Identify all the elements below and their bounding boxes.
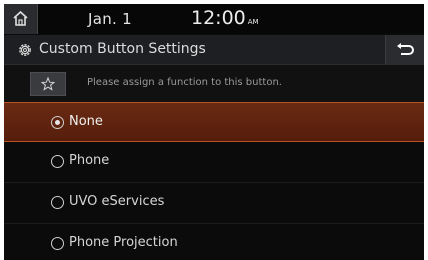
radio-selected-icon	[51, 116, 64, 129]
gear-icon	[19, 44, 31, 56]
option-label: Phone	[69, 153, 110, 168]
option-none[interactable]: None	[4, 102, 424, 142]
option-label: None	[69, 114, 103, 129]
radio-icon	[51, 237, 64, 250]
clock-time: 12:00	[191, 7, 246, 29]
assign-row: Please assign a function to this button.	[4, 65, 424, 102]
back-arrow-icon	[397, 43, 414, 55]
clock-ampm: AM	[247, 18, 259, 26]
radio-icon	[51, 196, 64, 209]
home-button[interactable]	[4, 4, 38, 34]
option-uvo-eservices[interactable]: UVO eServices	[4, 183, 424, 224]
home-icon	[13, 10, 28, 26]
screen: Jan. 1 12:00 AM Custom Button Settings Pl…	[4, 4, 424, 260]
status-bar: Jan. 1 12:00 AM	[4, 4, 424, 34]
option-label: UVO eServices	[69, 194, 165, 209]
clock: 12:00 AM	[191, 7, 259, 29]
radio-icon	[51, 155, 64, 168]
option-phone[interactable]: Phone	[4, 142, 424, 183]
page-title: Custom Button Settings	[39, 41, 206, 57]
star-icon	[41, 77, 55, 91]
back-button[interactable]	[385, 35, 424, 64]
assign-hint-text: Please assign a function to this button.	[87, 77, 282, 88]
option-label: Phone Projection	[69, 235, 178, 250]
option-phone-projection[interactable]: Phone Projection	[4, 224, 424, 260]
option-list: None Phone UVO eServices Phone Projectio…	[4, 102, 424, 260]
date-display: Jan. 1	[88, 10, 133, 28]
favorite-star-button[interactable]	[30, 72, 66, 96]
title-bar: Custom Button Settings	[4, 35, 424, 65]
